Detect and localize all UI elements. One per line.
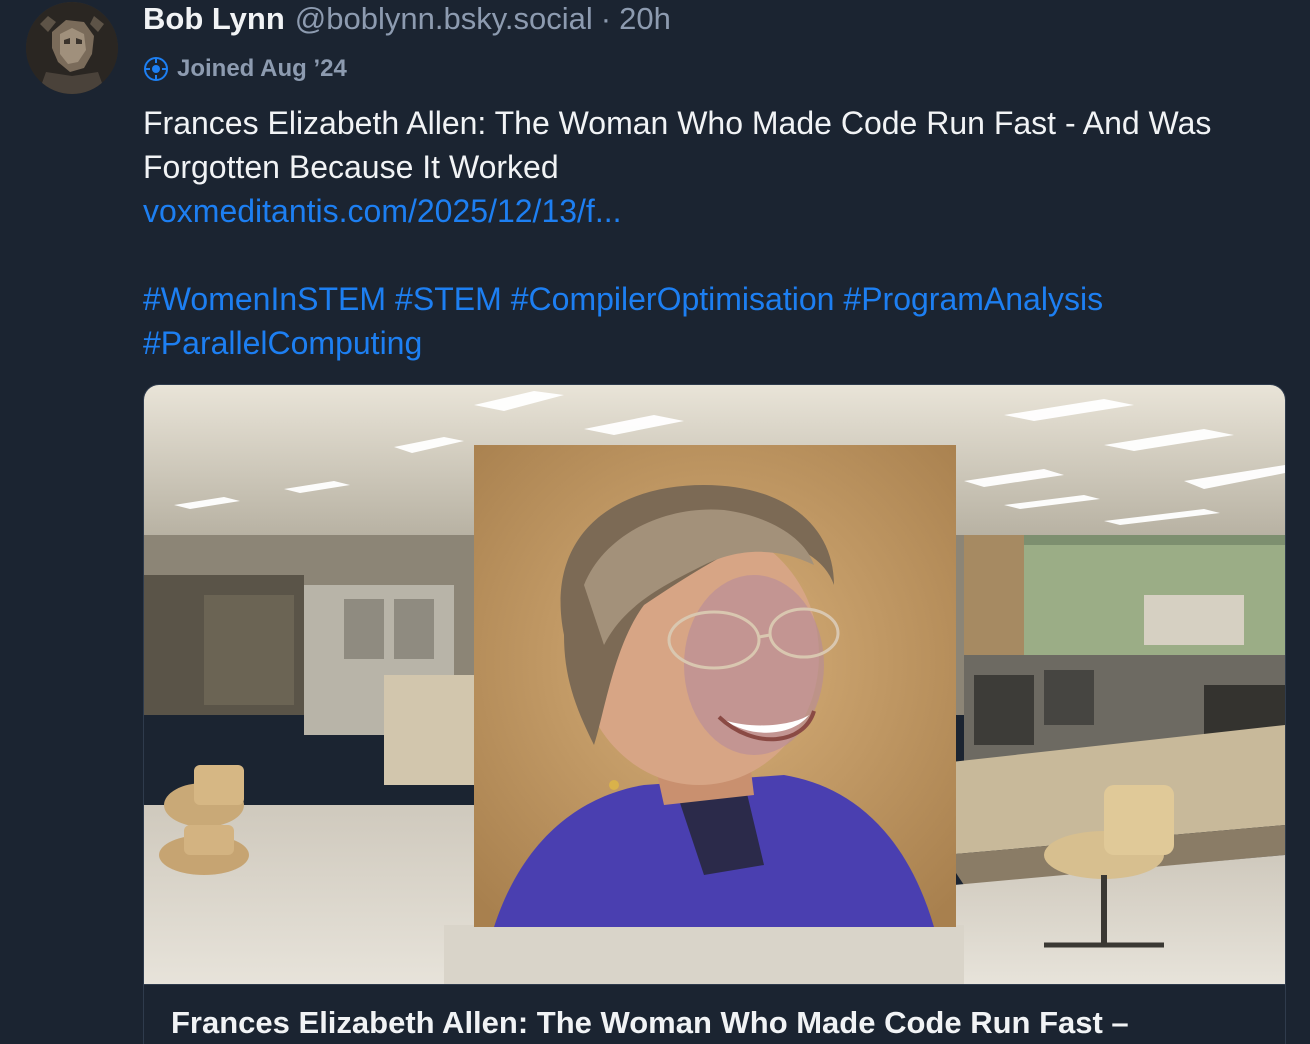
- joined-badge: Joined Aug ’24: [143, 49, 1293, 89]
- avatar[interactable]: [26, 2, 118, 94]
- hashtag[interactable]: #ProgramAnalysis: [843, 281, 1103, 317]
- post-text: Frances Elizabeth Allen: The Woman Who M…: [143, 105, 1212, 185]
- hashtag-list: #WomenInSTEM #STEM #CompilerOptimisation #P…: [143, 277, 1293, 365]
- avatar-image: [26, 2, 118, 94]
- link-card[interactable]: Frances Elizabeth Allen: The Woman Who M…: [143, 384, 1286, 1044]
- hashtag[interactable]: #STEM: [395, 281, 502, 317]
- post-link[interactable]: voxmeditantis.com/2025/12/13/f...: [143, 189, 1293, 233]
- post-body: Frances Elizabeth Allen: The Woman Who M…: [143, 101, 1293, 365]
- link-card-image: [144, 385, 1285, 984]
- post-time[interactable]: 20h: [619, 1, 671, 37]
- post-header: Bob Lynn @boblynn.bsky.social · 20h: [143, 0, 1293, 41]
- post-content: Bob Lynn @boblynn.bsky.social · 20h Join…: [143, 0, 1293, 365]
- handle[interactable]: @boblynn.bsky.social: [295, 1, 593, 37]
- new-user-icon: [143, 56, 169, 82]
- link-card-title[interactable]: Frances Elizabeth Allen: The Woman Who M…: [144, 985, 1285, 1041]
- hashtag[interactable]: #WomenInSTEM: [143, 281, 386, 317]
- display-name[interactable]: Bob Lynn: [143, 1, 285, 37]
- separator-dot: ·: [600, 1, 612, 36]
- joined-text: Joined Aug ’24: [177, 55, 347, 82]
- hashtag[interactable]: #ParallelComputing: [143, 325, 422, 361]
- hashtag[interactable]: #CompilerOptimisation: [511, 281, 835, 317]
- post: Bob Lynn @boblynn.bsky.social · 20h Join…: [0, 0, 1310, 1044]
